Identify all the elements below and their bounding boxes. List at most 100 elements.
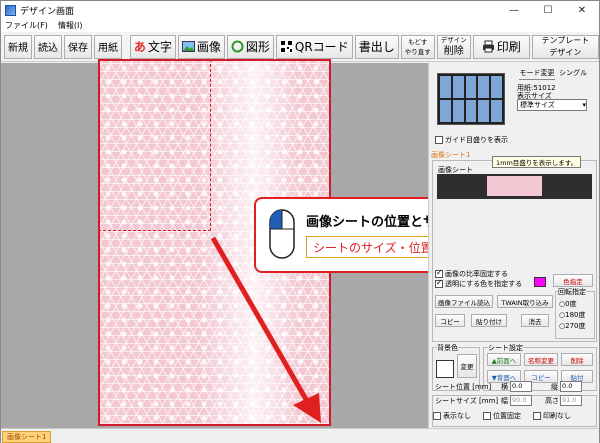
height-input[interactable]: 91.0 <box>560 395 582 406</box>
noprint-checkbox[interactable] <box>533 412 541 420</box>
y-label: 縦 <box>551 383 558 391</box>
status-bar: 画像シート1 <box>1 428 599 443</box>
undo-button[interactable]: もどす やり直す <box>400 34 435 59</box>
image-file-read-button[interactable]: 画像ファイル読込 <box>435 295 493 308</box>
text-button-label: 文字 <box>147 40 172 54</box>
transparent-checkbox[interactable] <box>435 278 443 288</box>
tooltip: 1mm目盛りを表示します。 <box>492 156 582 168</box>
template-design-button[interactable]: テンプレート デザイン <box>531 34 599 59</box>
x-position-input[interactable]: 0.0 <box>510 381 532 392</box>
qr-button-label: QRコード <box>294 40 349 54</box>
right-panel: モード変更 シングル 用紙:51012 表示サイズ 標準サイズ ▾ ガイド目盛り… <box>428 63 599 428</box>
window-title: デザイン画面 <box>20 6 75 17</box>
menu-info[interactable]: 情報(I) <box>58 20 83 31</box>
paste-button[interactable]: 貼り付け <box>471 314 507 327</box>
chevron-down-icon: ▾ <box>582 101 586 109</box>
mouse-icon <box>269 209 295 259</box>
transparent-option-row[interactable]: 透明にする色を指定する <box>435 278 523 289</box>
sheet-settings-label: シート設定 <box>488 343 523 353</box>
twain-import-button[interactable]: TWAIN取り込み <box>497 295 553 308</box>
sheet-size-label: シートサイズ [mm] <box>435 397 499 405</box>
copy-button[interactable]: コピー <box>435 314 465 327</box>
guide-checkbox-row[interactable]: ガイド目盛りを表示 <box>435 135 508 145</box>
tab-image-sheet[interactable]: 画像シート1 <box>431 150 470 160</box>
height-label: 高さ <box>545 397 559 405</box>
save-button[interactable]: 保存 <box>64 34 92 59</box>
background-color-swatch[interactable] <box>436 360 454 378</box>
width-label: 幅 <box>501 397 508 405</box>
bring-front-button[interactable]: ▲前面へ <box>487 353 521 366</box>
redo-label: やり直す <box>404 47 431 56</box>
erase-button[interactable]: 消去 <box>521 314 549 327</box>
hide-checkbox[interactable] <box>433 412 441 420</box>
mode-change-button[interactable]: モード変更 <box>519 68 555 80</box>
paper-button[interactable]: 用紙 <box>94 34 122 59</box>
menu-file[interactable]: ファイル(F) <box>5 20 48 31</box>
display-size-select[interactable]: 標準サイズ ▾ <box>517 99 587 111</box>
menu-bar: ファイル(F) 情報(I) <box>1 19 599 32</box>
text-glyph-icon: あ <box>133 40 146 54</box>
rotation-270-option[interactable]: ○270度 <box>559 321 585 331</box>
image-button-label: 画像 <box>196 40 221 54</box>
rename-button[interactable]: 名称変更 <box>524 353 558 366</box>
hide-label: 表示なし <box>443 412 471 420</box>
lock-label: 位置固定 <box>493 412 521 420</box>
template-label-1: テンプレート <box>541 35 590 45</box>
width-input[interactable]: 90.0 <box>510 395 532 406</box>
guide-checkbox[interactable] <box>435 136 443 144</box>
x-label: 横 <box>501 383 508 391</box>
qr-code-icon <box>279 40 293 53</box>
image-button[interactable]: 画像 <box>177 34 225 59</box>
qr-button[interactable]: QRコード <box>275 34 353 59</box>
hide-option[interactable]: 表示なし <box>433 411 471 421</box>
picture-icon <box>181 41 195 52</box>
ratio-option-row[interactable]: 画像の比率固定する <box>435 268 508 279</box>
undo-label: もどす <box>408 37 428 46</box>
rotation-270-label: 270度 <box>565 322 586 330</box>
rotation-180-option[interactable]: ○180度 <box>559 310 585 320</box>
transparent-color-swatch[interactable] <box>534 277 546 287</box>
rotation-0-label: 0度 <box>565 300 577 308</box>
rotation-0-option[interactable]: ○0度 <box>559 299 577 309</box>
rotation-180-label: 180度 <box>565 311 586 319</box>
template-label-2: デザイン <box>549 47 582 57</box>
lock-checkbox[interactable] <box>483 412 491 420</box>
delete-design-button[interactable]: デザイン 削除 <box>436 34 471 59</box>
close-button[interactable]: ✕ <box>565 1 599 19</box>
noprint-label: 印刷なし <box>543 412 571 420</box>
layout-grid-preview[interactable] <box>437 73 505 125</box>
transparent-option-label: 透明にする色を指定する <box>445 280 523 288</box>
circle-shape-icon <box>231 40 244 53</box>
open-button[interactable]: 読込 <box>34 34 62 59</box>
specify-color-button[interactable]: 色指定 <box>553 274 593 287</box>
delete-design-label-2: 削除 <box>443 46 464 57</box>
print-button[interactable]: 印刷 <box>472 34 530 59</box>
delete-sheet-button[interactable]: 削除 <box>561 353 593 366</box>
text-button[interactable]: あ 文字 <box>129 34 176 59</box>
background-color-label: 背景色 <box>437 343 458 353</box>
noprint-option[interactable]: 印刷なし <box>533 411 571 421</box>
ratio-option-label: 画像の比率固定する <box>445 270 508 278</box>
toolbar: 新規 読込 保存 用紙 あ 文字 画像 図形 QRコード 書出し もどす やり直… <box>1 32 599 62</box>
guide-checkbox-label: ガイド目盛りを表示 <box>445 136 508 144</box>
image-preview <box>437 174 592 199</box>
export-button[interactable]: 書出し <box>354 34 399 59</box>
shape-button[interactable]: 図形 <box>226 34 274 59</box>
ratio-checkbox[interactable] <box>435 268 443 278</box>
app-icon <box>5 4 16 16</box>
minimize-button[interactable]: — <box>497 1 531 19</box>
y-position-input[interactable]: 0.0 <box>560 381 582 392</box>
title-bar: デザイン画面 — ☐ ✕ <box>1 1 599 19</box>
print-button-label: 印刷 <box>496 40 521 54</box>
status-sheet-tab[interactable]: 画像シート1 <box>2 431 52 443</box>
new-button[interactable]: 新規 <box>4 34 32 59</box>
single-mode-label: シングル <box>559 69 587 77</box>
shape-button-label: 図形 <box>245 40 270 54</box>
display-size-value: 標準サイズ <box>520 101 555 109</box>
rotation-label: 回転指定 <box>558 287 586 297</box>
background-change-button[interactable]: 変更 <box>457 354 477 378</box>
printer-icon <box>482 40 494 53</box>
sheet-position-label: シート位置 [mm] <box>435 383 492 391</box>
lock-option[interactable]: 位置固定 <box>483 411 521 421</box>
maximize-button[interactable]: ☐ <box>531 1 565 19</box>
